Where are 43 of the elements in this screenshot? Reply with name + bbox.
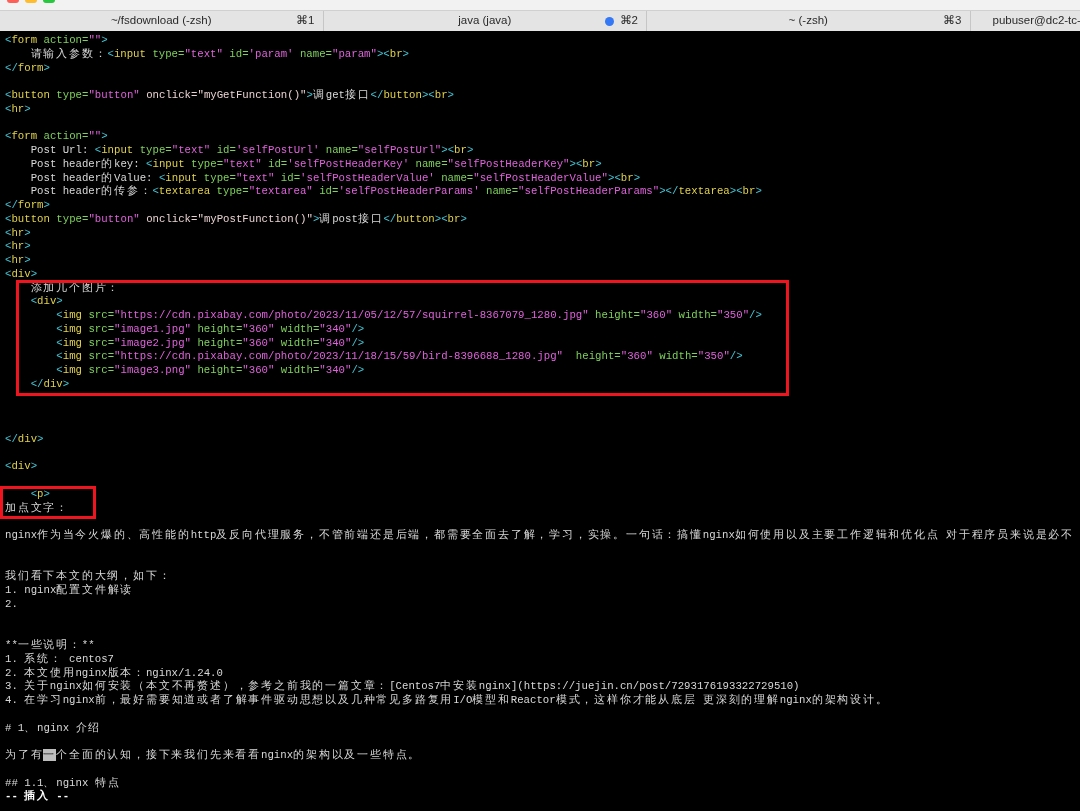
code-line: <form action=""> xyxy=(5,130,108,144)
window-close-button[interactable] xyxy=(7,0,19,3)
code-line: <div> xyxy=(30,295,63,309)
text-line: 2. xyxy=(5,597,18,612)
code-line: <img src="https://cdn.pixabay.com/photo/2023/11/05/12/57/squirrel-8367079_1280.jpg" height="360" width="350"/> xyxy=(56,309,762,323)
code-line: Post header的Value: <input type="text" id='selfPostHeaderValue' name="selfPostHeaderValue"><br> xyxy=(30,171,641,185)
text-line: # 1、nginx 介绍 xyxy=(5,721,102,736)
code-line: 请输入参数：<input type="text" id='param' name="param"><br> xyxy=(30,47,409,62)
window-zoom-button[interactable] xyxy=(43,0,55,3)
code-line: <img src="image2.jpg" height="360" width="340"/> xyxy=(56,336,365,351)
text-line: 3. 关于nginx如何安装（本文不再赘述），参考之前我的一篇文章：[Centos7中安装nginx](https://juejin.cn/post/7293176193322729510) xyxy=(5,680,800,694)
code-line: <div> xyxy=(5,267,38,282)
code-line: </form> xyxy=(5,199,50,213)
terminal-tab[interactable]: pubuser@dc2-tc- xyxy=(970,11,1080,31)
code-line: Post Url: <input type="text" id='selfPostUrl' name="selfPostUrl"><br> xyxy=(30,144,474,158)
shortcut-label: ⌘2 xyxy=(619,13,638,29)
code-line: 加点文字： xyxy=(5,501,69,516)
window-minimize-button[interactable] xyxy=(25,0,37,3)
code-line: <hr> xyxy=(5,102,31,117)
code-line: <button type="button" onclick="myGetFunction()">调get接口</button><br> xyxy=(5,89,454,103)
text-line: 我们看下本文的大纲，如下： xyxy=(5,570,172,584)
code-line: <hr> xyxy=(5,240,31,254)
code-line: <div> xyxy=(5,460,38,474)
code-line: </form> xyxy=(5,61,50,76)
text-line: 2. 本文使用nginx版本：nginx/1.24.0 xyxy=(5,666,223,680)
code-line: <p> xyxy=(30,487,50,502)
code-line: <img src="image1.jpg" height="360" width="340"/> xyxy=(56,322,365,337)
code-line: </div> xyxy=(30,377,70,392)
text-line: 1. nginx配置文件解读 xyxy=(5,584,134,598)
code-line: Post header的传参：<textarea type="textarea" id='selfPostHeaderParams' name="selfPostHeaderParams"></textarea><br> xyxy=(30,185,762,199)
code-line: <img src="image3.png" height="360" width="340"/> xyxy=(56,364,365,378)
code-line: <form action=""> xyxy=(5,34,108,48)
text-line: **一些说明：** xyxy=(5,639,95,653)
shortcut-label: ⌘1 xyxy=(296,13,315,29)
code-line: <img src="https://cdn.pixabay.com/photo/2023/11/18/15/59/bird-8396688_1280.jpg" height="360" width="350"/> xyxy=(56,350,743,364)
text-line: ## 1.1、nginx 特点 xyxy=(5,776,121,789)
code-line: </div> xyxy=(5,432,44,447)
code-line: <hr> xyxy=(5,254,31,268)
code-line: <hr> xyxy=(5,226,31,241)
shortcut-label: ⌘3 xyxy=(943,13,962,29)
mode-indicator: -- 插入 -- xyxy=(5,790,70,804)
text-line: 1. 系统： centos7 xyxy=(5,652,114,667)
text-line: nginx作为当今火爆的、高性能的http及反向代理服务，不管前端还是后端，都需要全面去了解，学习，实操。一句话：搞懂nginx如何使用以及主要工作逻辑和优化点 对于程序员来说是必不 xyxy=(5,529,1075,543)
